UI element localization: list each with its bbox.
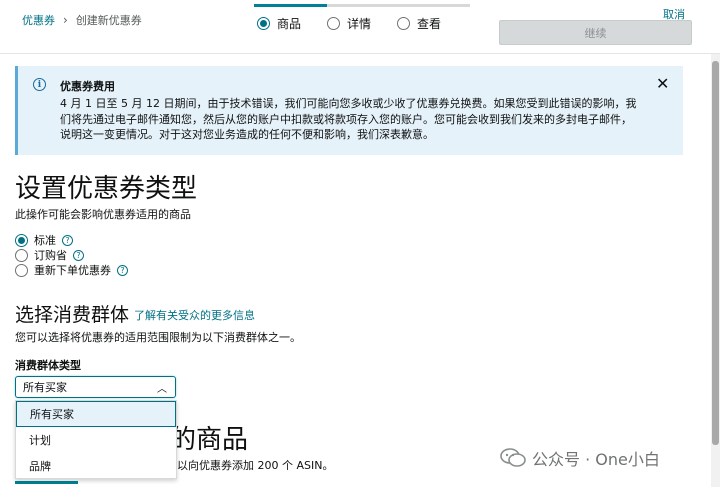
step-products[interactable]: 商品 (257, 15, 301, 32)
step-radio-icon (397, 17, 411, 30)
products-subtext: 以向优惠券添加 200 个 ASIN。 (177, 459, 334, 472)
radio-checked-icon[interactable] (15, 233, 28, 247)
audience-type-select[interactable]: 所有买家 ︿ (15, 376, 176, 398)
fee-alert: i 优惠券费用 4 月 1 日至 5 月 12 日期间，由于技术错误，我们可能向… (15, 66, 683, 155)
step-progress-fill (254, 4, 327, 7)
radio-icon[interactable] (15, 263, 28, 277)
help-icon[interactable]: ? (73, 249, 84, 261)
dropdown-option-program[interactable]: 计划 (16, 427, 176, 453)
breadcrumb-coupons-link[interactable]: 优惠券 (22, 12, 55, 28)
products-heading: 的商品 (170, 425, 249, 455)
alert-title: 优惠券费用 (60, 80, 115, 93)
dropdown-option-brand[interactable]: 品牌 (16, 453, 176, 479)
audience-dropdown-menu: 所有买家 计划 品牌 (15, 400, 177, 479)
continue-button[interactable]: 继续 (499, 20, 692, 45)
audience-subtext: 您可以选择将优惠券的适用范围限制为以下消费群体之一。 (15, 331, 301, 344)
option-label: 标准 (34, 234, 56, 247)
watermark-text: 公众号 · One小白 (532, 450, 660, 469)
step-radio-checked-icon (257, 17, 270, 30)
wechat-icon (500, 448, 526, 467)
step-label: 商品 (277, 17, 302, 31)
close-icon[interactable]: ✕ (656, 74, 669, 93)
breadcrumb-current: 创建新优惠券 (75, 14, 142, 27)
top-bar: 优惠券 › 创建新优惠券 商品 详情 查看 取消 继续 (0, 0, 720, 54)
page-scrollbar[interactable] (711, 54, 720, 487)
step-radio-icon (327, 17, 341, 30)
audience-heading: 选择消费群体 (15, 304, 130, 326)
option-label: 重新下单优惠券 (34, 264, 111, 277)
select-value: 所有买家 (23, 381, 67, 394)
info-icon: i (33, 78, 46, 91)
step-review[interactable]: 查看 (397, 15, 441, 32)
coupon-type-heading: 设置优惠券类型 (15, 174, 198, 204)
radio-icon[interactable] (15, 248, 28, 262)
coupon-type-subtext: 此操作可能会影响优惠券适用的商品 (15, 208, 191, 221)
option-label: 订购省 (34, 249, 67, 262)
watermark: 公众号 · One小白 (500, 446, 660, 470)
breadcrumb: 优惠券 › 创建新优惠券 (22, 12, 142, 28)
scrollbar-thumb[interactable] (712, 61, 719, 445)
audience-type-label: 消费群体类型 (15, 359, 81, 372)
coupon-type-option-subscribe[interactable]: 订购省 ? (15, 247, 84, 263)
dropdown-option-all-buyers[interactable]: 所有买家 (16, 401, 176, 427)
audience-learn-more-link[interactable]: 了解有关受众的更多信息 (134, 307, 255, 323)
coupon-type-option-reorder[interactable]: 重新下单优惠券 ? (15, 262, 128, 278)
section-accent-bar (15, 481, 78, 484)
step-label: 详情 (347, 17, 372, 31)
step-progress-bar (254, 4, 470, 7)
help-icon[interactable]: ? (62, 234, 73, 246)
step-label: 查看 (417, 17, 442, 31)
breadcrumb-separator: › (63, 13, 68, 27)
step-details[interactable]: 详情 (327, 15, 371, 32)
help-icon[interactable]: ? (117, 264, 128, 276)
step-indicator: 商品 详情 查看 (257, 15, 441, 32)
chevron-up-icon: ︿ (157, 384, 167, 395)
coupon-type-option-standard[interactable]: 标准 ? (15, 232, 73, 248)
alert-body: 4 月 1 日至 5 月 12 日期间，由于技术错误，我们可能向您多收或少收了优… (60, 97, 637, 141)
